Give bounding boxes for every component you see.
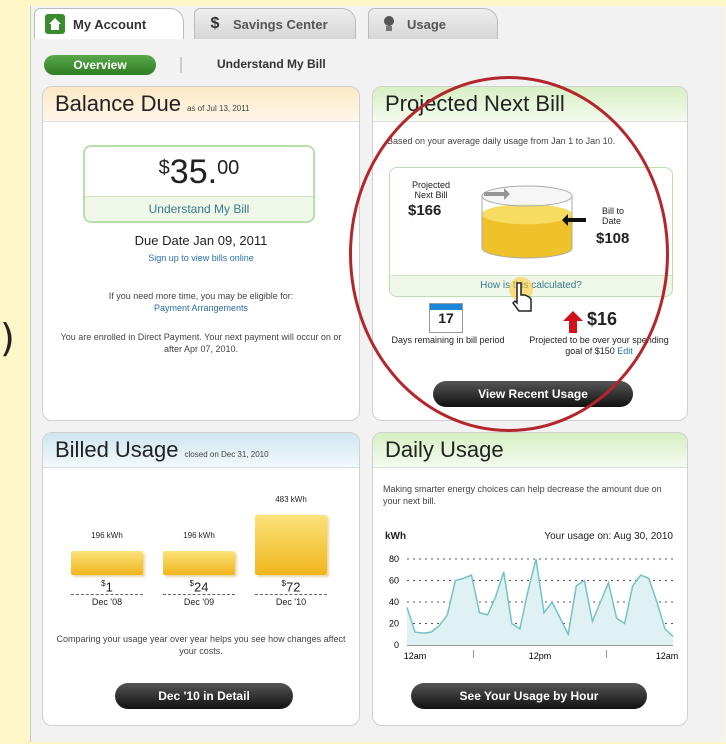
understand-bill-button[interactable]: Understand My Bill [85,196,313,221]
direct-payment-text: You are enrolled in Direct Payment. Your… [60,332,342,354]
over-goal-text: Projected to be over your spending goal … [529,335,669,356]
y-tick-label: 20 [389,619,399,629]
y-tick-label: 40 [389,597,399,607]
bar-cost-label: $24 [163,579,235,596]
y-tick-label: 80 [389,554,399,564]
divider [180,57,182,73]
y-tick-label: 60 [389,576,399,586]
signup-link[interactable]: Sign up to view bills online [43,253,359,263]
projected-bill-panel: Projected Next Bill Based on your averag… [372,86,688,421]
balance-due-panel: Balance Due as of Jul 13, 2011 $35.00 Und… [42,86,360,421]
billed-note: Comparing your usage year over year help… [56,634,346,656]
billed-usage-panel: Billed Usage closed on Dec 31, 2010 196 k… [42,432,360,726]
tab-label: Savings Center [233,16,328,32]
cropped-bracket: ) [0,316,15,360]
usage-bar[interactable] [71,550,143,575]
panel-header: Projected Next Bill [373,87,687,122]
hand-cursor-icon [509,277,533,312]
calendar-icon: 17 [429,303,463,333]
tab-label: Usage [407,16,447,32]
due-date: Due Date Jan 09, 2011 [134,233,268,248]
payment-arrangements-link[interactable]: Payment Arrangements [43,303,359,313]
panel-header: Daily Usage [373,433,687,468]
panel-header: Balance Due as of Jul 13, 2011 [43,87,359,122]
bill-to-date-label: Bill to Date [602,206,625,226]
over-amount: $16 [587,309,618,329]
x-tick-label: 12am [656,651,679,661]
dec-detail-button[interactable]: Dec '10 in Detail [115,683,293,709]
days-remaining-label: Days remaining in bill period [391,335,505,345]
billed-usage-chart: 196 kWh $1 Dec '08 196 kWh $24 Dec '09 483 kWh… [43,433,359,633]
tab-usage[interactable]: Usage [368,8,498,39]
home-icon [45,14,65,34]
tab-savings-center[interactable]: $ Savings Center [194,8,356,39]
understand-bill-link[interactable]: Understand My Bill [217,57,326,71]
bar-period-label: Dec '08 [91,597,123,607]
view-recent-usage-button[interactable]: View Recent Usage [433,381,633,407]
daily-usage-chart: 80 60 40 20 0 12am 12pm 12am [389,554,679,661]
dollar-icon: $ [210,15,220,32]
projected-amount: $166 [408,202,442,219]
bar-cost-label: $72 [255,579,327,596]
panel-title: Projected Next Bill [385,91,565,116]
usage-area [407,559,673,645]
daily-description: Making smarter energy choices can help d… [383,484,662,506]
bar-period-label: Dec '10 [275,597,307,607]
bar-cost-label: $1 [71,579,143,596]
bar-kwh-label: 483 kWh [275,495,307,504]
tab-my-account[interactable]: My Account [34,8,184,39]
balance-amount: $35.00 [158,153,240,191]
usage-bar[interactable] [255,515,327,575]
overview-button[interactable]: Overview [44,55,156,75]
as-of-date: as of Jul 13, 2011 [186,104,250,113]
bar-kwh-label: 196 kWh [91,530,123,540]
x-tick-label: 12am [404,651,427,661]
bulb-icon [379,14,399,34]
amount-box: $35.00 Understand My Bill [83,145,315,223]
usage-bar[interactable] [163,550,235,575]
projected-label: Projected Next Bill [411,180,451,200]
bill-to-date-amount: $108 [596,230,630,247]
days-remaining: 17 [438,310,454,326]
x-tick-label: 12pm [529,651,552,661]
y-tick-label: 0 [394,640,399,650]
chart-title: Your usage on: Aug 30, 2010 [544,531,673,542]
arrow-up-icon [563,311,583,333]
more-time-text: If you need more time, you may be eligib… [108,291,294,301]
tab-label: My Account [73,16,147,32]
bar-period-label: Dec '09 [183,597,215,607]
edit-goal-link[interactable]: Edit [617,346,633,356]
cylinder-gauge [481,185,586,259]
projected-description: Based on your average daily usage from J… [387,136,616,146]
panel-title: Balance Due [55,91,181,116]
usage-by-hour-button[interactable]: See Your Usage by Hour [411,683,647,709]
daily-usage-panel: Daily Usage Making smarter energy choice… [372,432,688,726]
bar-kwh-label: 196 kWh [183,530,215,540]
panel-title: Daily Usage [385,437,504,462]
y-axis-label: kWh [385,531,407,542]
